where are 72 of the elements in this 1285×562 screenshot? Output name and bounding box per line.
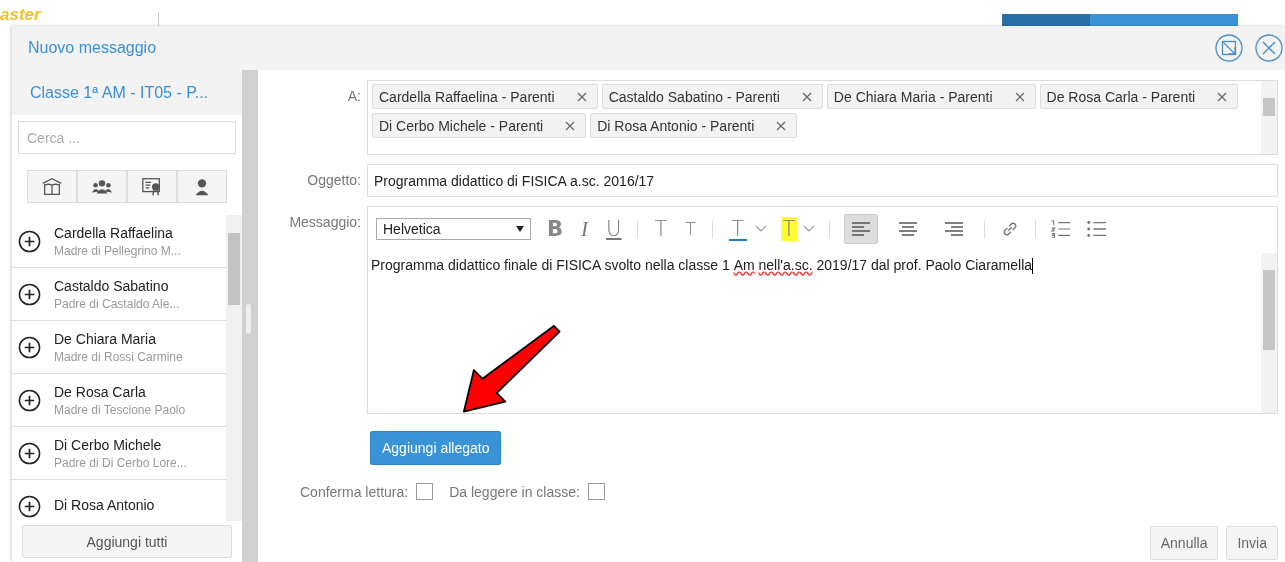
contact-relation: Padre di Di Cerbo Lore...: [54, 455, 187, 470]
recipient-chip[interactable]: Di Rosa Antonio - Parenti: [590, 113, 798, 138]
remove-icon[interactable]: [801, 91, 812, 102]
close-icon[interactable]: [1254, 33, 1284, 63]
add-icon[interactable]: [18, 388, 41, 412]
remove-icon[interactable]: [1217, 91, 1228, 102]
grow-button[interactable]: T: [652, 217, 670, 241]
option-label: Conferma lettura:: [300, 483, 409, 500]
option-label: Da leggere in classe:: [449, 483, 580, 500]
search-field[interactable]: Cerca ...: [18, 121, 236, 154]
align-right-icon: [944, 221, 965, 237]
contact-relation: Madre di Tescione Paolo: [54, 402, 186, 417]
numbered-list-icon[interactable]: [1050, 218, 1073, 240]
add-icon[interactable]: [18, 229, 41, 253]
remove-icon[interactable]: [576, 91, 587, 102]
cancel-button[interactable]: Annulla: [1149, 526, 1219, 560]
underline-button[interactable]: U: [604, 217, 624, 241]
dialog-title: Nuovo messaggio: [28, 39, 158, 57]
font-dropdown[interactable]: Helvetica: [376, 218, 531, 240]
align-left-icon: [851, 221, 872, 237]
checkbox[interactable]: [416, 483, 434, 500]
bold-button[interactable]: B: [545, 217, 565, 241]
resize-icon[interactable]: [1214, 33, 1244, 63]
contact-name[interactable]: De Chiara Maria: [54, 330, 183, 347]
align-center-icon: [898, 221, 919, 237]
align-left-button[interactable]: [844, 214, 879, 244]
logo-text: aster: [0, 6, 41, 23]
person-filter-button[interactable]: [177, 170, 227, 203]
remove-icon[interactable]: [776, 120, 787, 131]
remove-icon[interactable]: [1014, 91, 1025, 102]
contact-name[interactable]: De Rosa Carla: [54, 383, 186, 400]
recipients-field[interactable]: Cardella Raffaelina - Parenti Castaldo Sabatino - Parenti De Chiara Maria - Parenti De Rosa Carla - Parenti Di Cerbo Michele - Parenti Di Rosa Antonio - Parenti: [367, 80, 1278, 155]
caret-icon[interactable]: [803, 225, 816, 233]
send-button[interactable]: Invia: [1226, 526, 1278, 560]
scrollbar[interactable]: [226, 215, 242, 521]
caret-icon[interactable]: [754, 225, 767, 233]
recipient-chip[interactable]: De Rosa Carla - Parenti: [1039, 84, 1239, 109]
recipient-chip[interactable]: De Chiara Maria - Parenti: [826, 84, 1036, 109]
field-label: Oggetto:: [306, 171, 361, 188]
add-icon[interactable]: [18, 494, 41, 518]
add-icon[interactable]: [18, 441, 41, 465]
certificate-icon: [141, 175, 163, 198]
recipient-chip[interactable]: Di Cerbo Michele - Parenti: [372, 113, 587, 138]
highlight-button[interactable]: T: [780, 217, 798, 241]
building-filter-button[interactable]: [27, 170, 77, 203]
scrollbar[interactable]: [1261, 253, 1277, 413]
group-filter-button[interactable]: [77, 170, 127, 203]
italic-button[interactable]: I: [579, 217, 590, 241]
contact-name[interactable]: Castaldo Sabatino: [54, 277, 180, 294]
contact-relation: Madre di Pellegrino M...: [54, 243, 181, 258]
recipient-chip[interactable]: Castaldo Sabatino - Parenti: [601, 84, 823, 109]
recipient-chip[interactable]: Cardella Raffaelina - Parenti: [372, 84, 598, 109]
scrollbar[interactable]: [1261, 81, 1277, 154]
field-label: Messaggio:: [288, 213, 361, 230]
contact-name[interactable]: Di Rosa Antonio: [54, 496, 155, 513]
checkbox[interactable]: [587, 483, 605, 500]
building-icon: [41, 175, 63, 198]
contact-name[interactable]: Di Cerbo Michele: [54, 436, 187, 453]
message-text: Programma didattico finale di FISICA svolto nella classe 1 Am nell'a.sc. 2019/17 dal prof. Paolo Ciaramella: [370, 256, 1035, 277]
contact-relation: Padre di Castaldo Ale...: [54, 296, 180, 311]
contact-name[interactable]: Cardella Raffaelina: [54, 224, 181, 241]
certificate-filter-button[interactable]: [127, 170, 177, 203]
field-label: A:: [346, 87, 361, 104]
text-color-button[interactable]: T: [726, 217, 749, 241]
add-icon[interactable]: [18, 335, 41, 359]
shrink-button[interactable]: T: [683, 217, 698, 241]
remove-icon[interactable]: [565, 120, 576, 131]
bullet-list-icon[interactable]: [1086, 218, 1109, 240]
add-icon[interactable]: [18, 282, 41, 306]
subject-field[interactable]: Programma didattico di FISICA a.sc. 2016/17: [367, 164, 1278, 197]
add-all-button[interactable]: Aggiungi tutti: [22, 525, 232, 558]
contact-relation: Madre di Rossi Carmine: [54, 349, 183, 364]
